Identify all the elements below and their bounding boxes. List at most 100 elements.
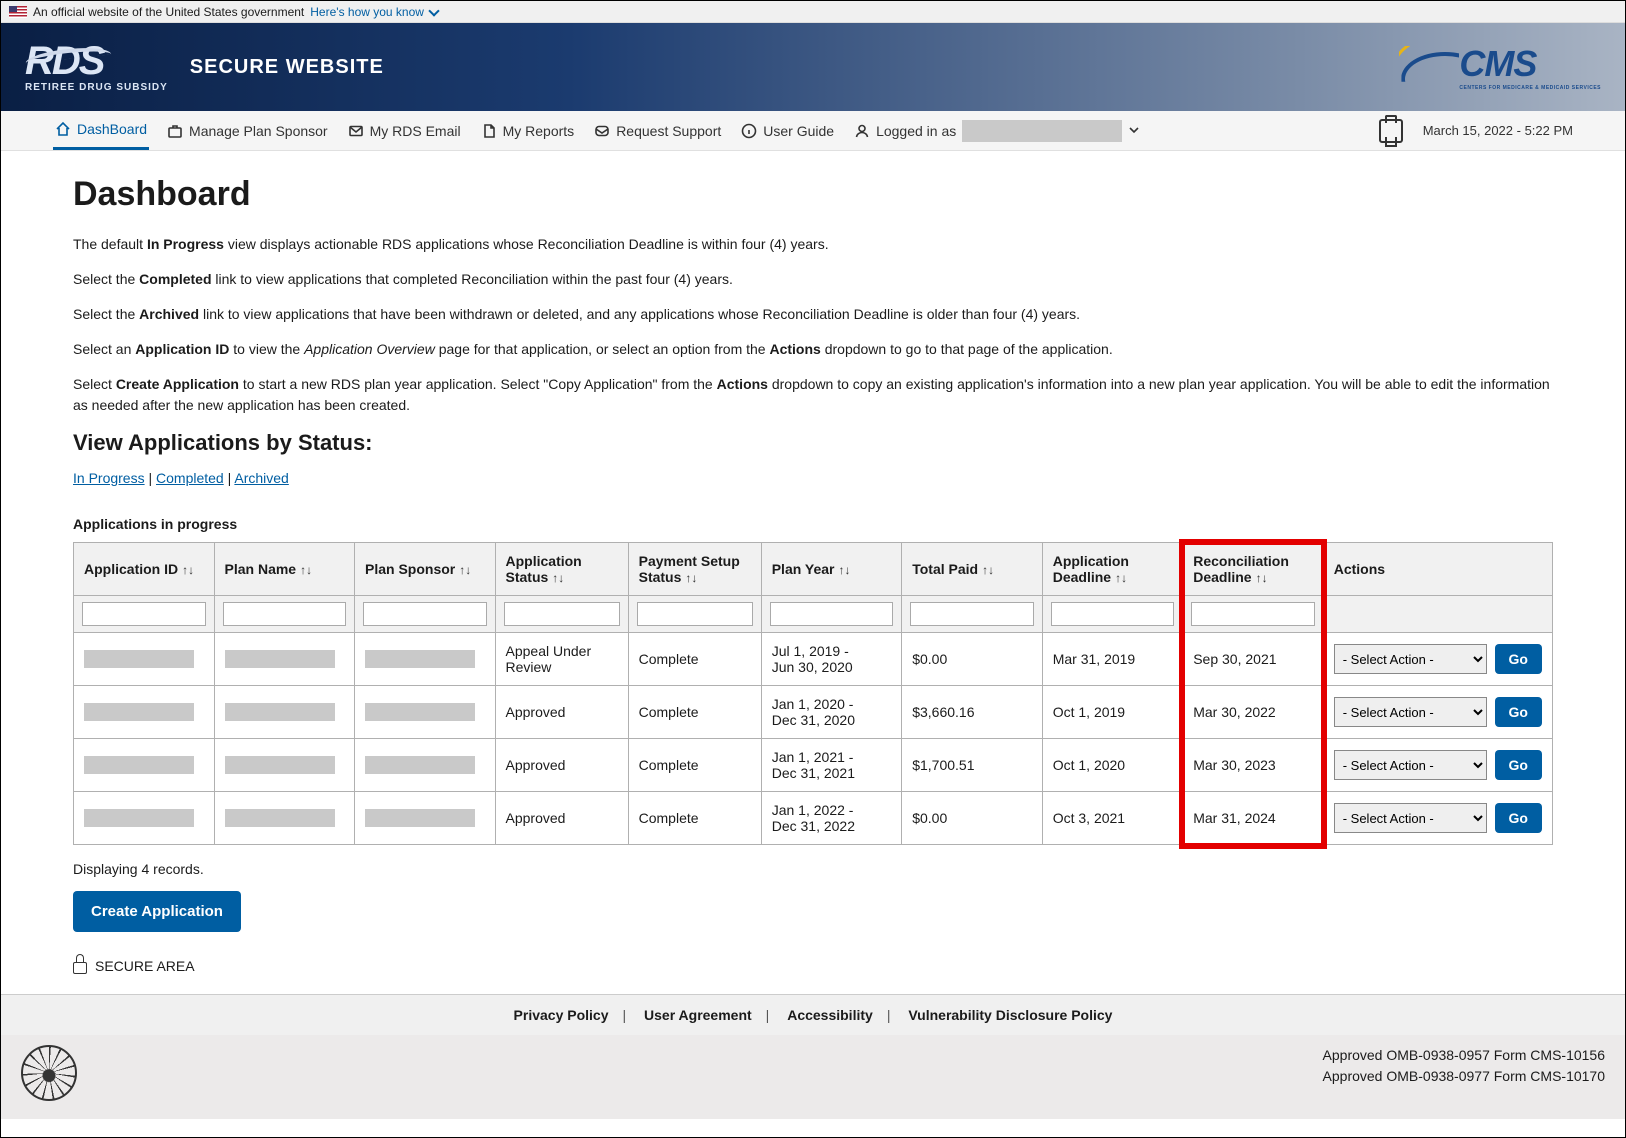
redacted-cell <box>84 756 194 774</box>
header: RDS RETIREE DRUG SUBSIDY SECURE WEBSITE … <box>1 23 1625 111</box>
logged-in-user-redacted <box>962 120 1122 142</box>
action-select[interactable]: - Select Action - <box>1334 803 1487 833</box>
link-completed[interactable]: Completed <box>156 470 224 486</box>
gov-banner: An official website of the United States… <box>1 1 1625 23</box>
filter-payment-status[interactable] <box>637 602 753 626</box>
col-plan-sponsor[interactable]: Plan Sponsor↑↓ <box>355 543 496 596</box>
cell-total-paid: $1,700.51 <box>902 739 1043 792</box>
cell-total-paid: $0.00 <box>902 792 1043 845</box>
col-recon-deadline[interactable]: Reconciliation Deadline↑↓ <box>1183 543 1324 596</box>
nav-label: Manage Plan Sponsor <box>189 123 328 139</box>
col-app-deadline[interactable]: Application Deadline↑↓ <box>1042 543 1183 596</box>
status-heading: View Applications by Status: <box>73 430 1553 456</box>
filter-recon-deadline[interactable] <box>1191 602 1315 626</box>
approved-line-1: Approved OMB-0938-0957 Form CMS-10156 <box>1323 1045 1605 1066</box>
main-content: Dashboard The default In Progress view d… <box>1 151 1625 984</box>
nav-label: My RDS Email <box>370 123 461 139</box>
chevron-down-icon <box>1128 123 1140 139</box>
approved-line-2: Approved OMB-0938-0977 Form CMS-10170 <box>1323 1066 1605 1087</box>
link-in-progress[interactable]: In Progress <box>73 470 145 486</box>
nav-manage-plan-sponsor[interactable]: Manage Plan Sponsor <box>165 111 330 150</box>
gov-banner-link-label: Here's how you know <box>310 5 424 19</box>
cell-plan-year: Jan 1, 2022 -Dec 31, 2022 <box>761 792 902 845</box>
nav-dashboard[interactable]: DashBoard <box>53 111 149 150</box>
nav-my-rds-email[interactable]: My RDS Email <box>346 111 463 150</box>
cell-recon-deadline: Mar 30, 2023 <box>1183 739 1324 792</box>
col-app-id[interactable]: Application ID↑↓ <box>74 543 215 596</box>
col-payment-status[interactable]: Payment Setup Status↑↓ <box>628 543 761 596</box>
redacted-cell <box>365 650 475 668</box>
col-plan-year[interactable]: Plan Year↑↓ <box>761 543 902 596</box>
cell-recon-deadline: Mar 30, 2022 <box>1183 686 1324 739</box>
redacted-cell <box>225 703 335 721</box>
rds-logo: RDS RETIREE DRUG SUBSIDY <box>25 41 168 93</box>
go-button[interactable]: Go <box>1495 750 1542 780</box>
filter-app-deadline[interactable] <box>1051 602 1175 626</box>
go-button[interactable]: Go <box>1495 697 1542 727</box>
secure-area: SECURE AREA <box>73 958 1553 974</box>
redacted-cell <box>225 809 335 827</box>
us-flag-icon <box>9 6 27 18</box>
table-row: ApprovedCompleteJan 1, 2021 -Dec 31, 202… <box>74 739 1553 792</box>
filter-total-paid[interactable] <box>910 602 1034 626</box>
record-count: Displaying 4 records. <box>73 861 1553 877</box>
filter-plan-name[interactable] <box>223 602 347 626</box>
nav-logged-in[interactable]: Logged in as <box>852 111 1142 150</box>
redacted-cell <box>84 809 194 827</box>
cell-plan-year: Jan 1, 2021 -Dec 31, 2021 <box>761 739 902 792</box>
nav-label: My Reports <box>503 123 575 139</box>
filter-plan-sponsor[interactable] <box>363 602 487 626</box>
table-header-row: Application ID↑↓ Plan Name↑↓ Plan Sponso… <box>74 543 1553 596</box>
redacted-cell <box>365 703 475 721</box>
envelope-icon <box>348 123 364 139</box>
cell-payment-status: Complete <box>628 633 761 686</box>
filter-app-id[interactable] <box>82 602 206 626</box>
rds-logo-sub: RETIREE DRUG SUBSIDY <box>25 83 168 93</box>
col-app-status[interactable]: Application Status↑↓ <box>495 543 628 596</box>
redacted-cell <box>225 650 335 668</box>
print-icon[interactable] <box>1379 119 1403 143</box>
hhs-seal-icon <box>21 1045 77 1101</box>
action-select[interactable]: - Select Action - <box>1334 644 1487 674</box>
sort-icon: ↑↓ <box>459 563 471 577</box>
footer-link[interactable]: Vulnerability Disclosure Policy <box>904 1007 1116 1023</box>
secure-area-label: SECURE AREA <box>95 958 195 974</box>
nav-request-support[interactable]: Request Support <box>592 111 723 150</box>
go-button[interactable]: Go <box>1495 803 1542 833</box>
document-icon <box>481 123 497 139</box>
col-total-paid[interactable]: Total Paid↑↓ <box>902 543 1043 596</box>
timestamp: March 15, 2022 - 5:22 PM <box>1423 123 1573 138</box>
go-button[interactable]: Go <box>1495 644 1542 674</box>
gov-banner-link[interactable]: Here's how you know <box>310 5 438 19</box>
footer-link[interactable]: User Agreement <box>640 1007 756 1023</box>
col-actions: Actions <box>1323 543 1552 596</box>
cell-app-deadline: Oct 1, 2019 <box>1042 686 1183 739</box>
cell-app-status: Approved <box>495 792 628 845</box>
table-title: Applications in progress <box>73 516 1553 532</box>
cell-payment-status: Complete <box>628 686 761 739</box>
sort-icon: ↑↓ <box>300 563 312 577</box>
redacted-cell <box>84 650 194 668</box>
table-row: ApprovedCompleteJan 1, 2020 -Dec 31, 202… <box>74 686 1553 739</box>
nav-user-guide[interactable]: User Guide <box>739 111 836 150</box>
table-row: Appeal Under ReviewCompleteJul 1, 2019 -… <box>74 633 1553 686</box>
footer-link[interactable]: Accessibility <box>783 1007 877 1023</box>
page-title: Dashboard <box>73 175 1553 214</box>
filter-plan-year[interactable] <box>770 602 894 626</box>
sort-icon: ↑↓ <box>839 563 851 577</box>
logged-in-label: Logged in as <box>876 123 956 139</box>
action-select[interactable]: - Select Action - <box>1334 697 1487 727</box>
action-select[interactable]: - Select Action - <box>1334 750 1487 780</box>
col-plan-name[interactable]: Plan Name↑↓ <box>214 543 355 596</box>
sort-icon: ↑↓ <box>982 563 994 577</box>
nav-my-reports[interactable]: My Reports <box>479 111 577 150</box>
link-archived[interactable]: Archived <box>234 470 288 486</box>
cell-recon-deadline: Mar 31, 2024 <box>1183 792 1324 845</box>
create-application-button[interactable]: Create Application <box>73 891 241 932</box>
cms-tag: CENTERS FOR MEDICARE & MEDICAID SERVICES <box>1459 85 1601 91</box>
support-icon <box>594 123 610 139</box>
cell-app-status: Approved <box>495 686 628 739</box>
filter-app-status[interactable] <box>504 602 620 626</box>
table-row: ApprovedCompleteJan 1, 2022 -Dec 31, 202… <box>74 792 1553 845</box>
footer-link[interactable]: Privacy Policy <box>510 1007 613 1023</box>
